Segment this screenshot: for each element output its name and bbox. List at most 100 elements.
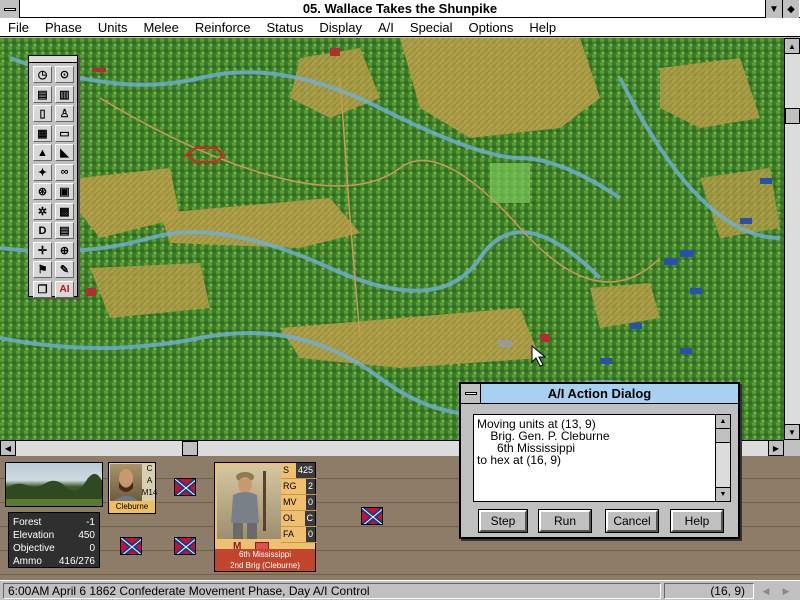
menu-bar: File Phase Units Melee Reinforce Status … (0, 18, 800, 37)
target-tool-icon[interactable]: ⊛ (33, 183, 52, 200)
status-text: 6:00AM April 6 1862 Confederate Movement… (3, 583, 661, 599)
step-button[interactable]: Step (478, 509, 528, 533)
book-tool-icon[interactable]: ▤ (55, 222, 74, 239)
stat-row: FA 0 (281, 527, 317, 543)
unit-name-label: 6th Mississippi 2nd Brig (Cleburne) (215, 549, 315, 571)
unit-name: 6th Mississippi (238, 550, 291, 559)
cancel-button[interactable]: Cancel (605, 509, 659, 533)
unit-stats: S 425 RG 2 MV 0 OL C FA 0 (281, 463, 317, 543)
dialog-scroll-down[interactable]: ▼ (716, 487, 730, 501)
confederate-flag-icon[interactable] (174, 537, 196, 555)
confederate-flag-icon[interactable] (361, 507, 383, 525)
arrow-up-tool-icon[interactable]: ◣ (55, 144, 74, 161)
pages-tool-icon[interactable]: ▦ (33, 124, 52, 142)
palette-title-bar[interactable] (29, 56, 77, 63)
dialog-line: to hex at (16, 9) (477, 453, 562, 467)
menu-ai[interactable]: A/I (370, 18, 402, 37)
dialog-message-box[interactable]: Moving units at (13, 9) Brig. Gen. P. Cl… (473, 414, 731, 502)
scroll-right-button[interactable]: ▶ (768, 440, 784, 456)
status-next-icon[interactable]: ▶ (778, 583, 794, 599)
minimize-button[interactable]: ▼ (765, 0, 782, 18)
game-window: 05. Wallace Takes the Shunpike ▼ ◆ File … (0, 0, 800, 600)
leader-card[interactable]: C A M 14 Cleburne (108, 462, 158, 514)
menu-reinforce[interactable]: Reinforce (187, 18, 259, 37)
maximize-button[interactable]: ◆ (782, 0, 799, 18)
leader-portrait (110, 464, 142, 502)
leader-name: Cleburne (109, 501, 155, 513)
dialog-title-bar[interactable]: A/I Action Dialog (461, 384, 738, 404)
unit-portrait (217, 465, 281, 539)
confederate-flag-icon[interactable] (174, 478, 196, 496)
menu-help[interactable]: Help (521, 18, 564, 37)
menu-units[interactable]: Units (90, 18, 136, 37)
dialog-scroll-up[interactable]: ▲ (716, 415, 730, 429)
scroll-down-button[interactable]: ▼ (784, 424, 800, 440)
wheel-tool-icon[interactable]: ✲ (33, 202, 52, 220)
d-tool-icon[interactable]: D (33, 222, 52, 239)
menu-status[interactable]: Status (259, 18, 312, 37)
menu-special[interactable]: Special (402, 18, 461, 37)
cannon-tool-icon[interactable]: ✦ (33, 163, 52, 181)
title-bar: 05. Wallace Takes the Shunpike ▼ ◆ (0, 0, 800, 18)
card-tool-icon[interactable]: ▣ (55, 183, 74, 200)
terrain-info: Forest -1 Elevation 450 Objective 0 Ammo 416… (8, 512, 100, 568)
pen-tool-icon[interactable]: ✎ (55, 261, 74, 278)
battle-map[interactable] (0, 38, 784, 440)
terrain-image (6, 474, 102, 506)
scroll-corner (784, 440, 800, 456)
help-button[interactable]: Help (670, 509, 724, 533)
dialog-scrollbar[interactable]: ▲ ▼ (715, 415, 730, 501)
soldier-image (231, 471, 266, 539)
compass-tool-icon[interactable]: ⊙ (55, 66, 74, 83)
confederate-flag-icon[interactable] (120, 537, 142, 555)
terrain-row: Forest -1 (13, 517, 95, 528)
horizontal-scroll-thumb[interactable] (182, 441, 198, 456)
status-coordinates: (16, 9) (664, 583, 754, 599)
stack-tool-icon[interactable]: ▤ (33, 85, 52, 103)
menu-options[interactable]: Options (461, 18, 522, 37)
grid-tool-icon[interactable]: ▩ (55, 202, 74, 220)
soldier-tool-icon[interactable]: ♙ (55, 105, 74, 122)
stack-next-tool-icon[interactable]: ▥ (55, 85, 74, 103)
scroll-left-button[interactable]: ◀ (0, 440, 16, 456)
vertical-scroll-thumb[interactable] (785, 108, 800, 124)
leader-stats: C A M 14 (141, 464, 158, 497)
ai-action-dialog: A/I Action Dialog Moving units at (13, 9… (459, 382, 740, 539)
terrain-row: Objective 0 (13, 543, 95, 554)
ai-tool-icon[interactable]: AI (55, 280, 74, 298)
status-bar: 6:00AM April 6 1862 Confederate Movement… (0, 580, 800, 600)
stat-row: RG 2 (281, 479, 317, 495)
map-vertical-scrollbar[interactable]: ▲ ▼ (784, 38, 800, 440)
leader-portrait-image (112, 469, 140, 502)
ammo-tool-icon[interactable]: ▭ (55, 124, 74, 142)
clearing-sw (90, 263, 210, 318)
menu-file[interactable]: File (0, 18, 37, 37)
unit-brigade: 2nd Brig (Cleburne) (230, 561, 300, 570)
flag-tool-icon[interactable]: ⚑ (33, 261, 52, 278)
stat-row: OL C (281, 511, 317, 527)
move-tool-icon[interactable]: ✛ (33, 241, 52, 259)
stat-row: MV 0 (281, 495, 317, 511)
system-menu-button[interactable] (0, 0, 20, 18)
copy-tool-icon[interactable]: ❐ (33, 280, 52, 298)
scroll-up-button[interactable]: ▲ (784, 38, 800, 54)
map-canvas[interactable] (0, 38, 784, 440)
dialog-system-menu-button[interactable] (461, 384, 481, 403)
jar-tool-icon[interactable]: ▯ (33, 105, 52, 122)
window-title: 05. Wallace Takes the Shunpike (302, 1, 498, 16)
terrain-photo (5, 462, 103, 507)
dialog-scroll-thumb[interactable] (716, 429, 730, 443)
menu-phase[interactable]: Phase (37, 18, 90, 37)
status-prev-icon[interactable]: ◀ (758, 583, 774, 599)
binoculars-tool-icon[interactable]: ∞ (55, 163, 74, 181)
dialog-title: A/I Action Dialog (547, 386, 652, 401)
clock-tool-icon[interactable]: ◷ (33, 66, 52, 83)
menu-display[interactable]: Display (311, 18, 370, 37)
unit-card[interactable]: S 425 RG 2 MV 0 OL C FA 0 M 6th Mississippi 2… (214, 462, 317, 572)
terrain-row: Elevation 450 (13, 530, 95, 541)
clearing-meadow (490, 163, 530, 203)
menu-melee[interactable]: Melee (135, 18, 186, 37)
crosshair-tool-icon[interactable]: ⊕ (55, 241, 74, 259)
run-button[interactable]: Run (538, 509, 592, 533)
pyramid-tool-icon[interactable]: ▲ (33, 144, 52, 161)
